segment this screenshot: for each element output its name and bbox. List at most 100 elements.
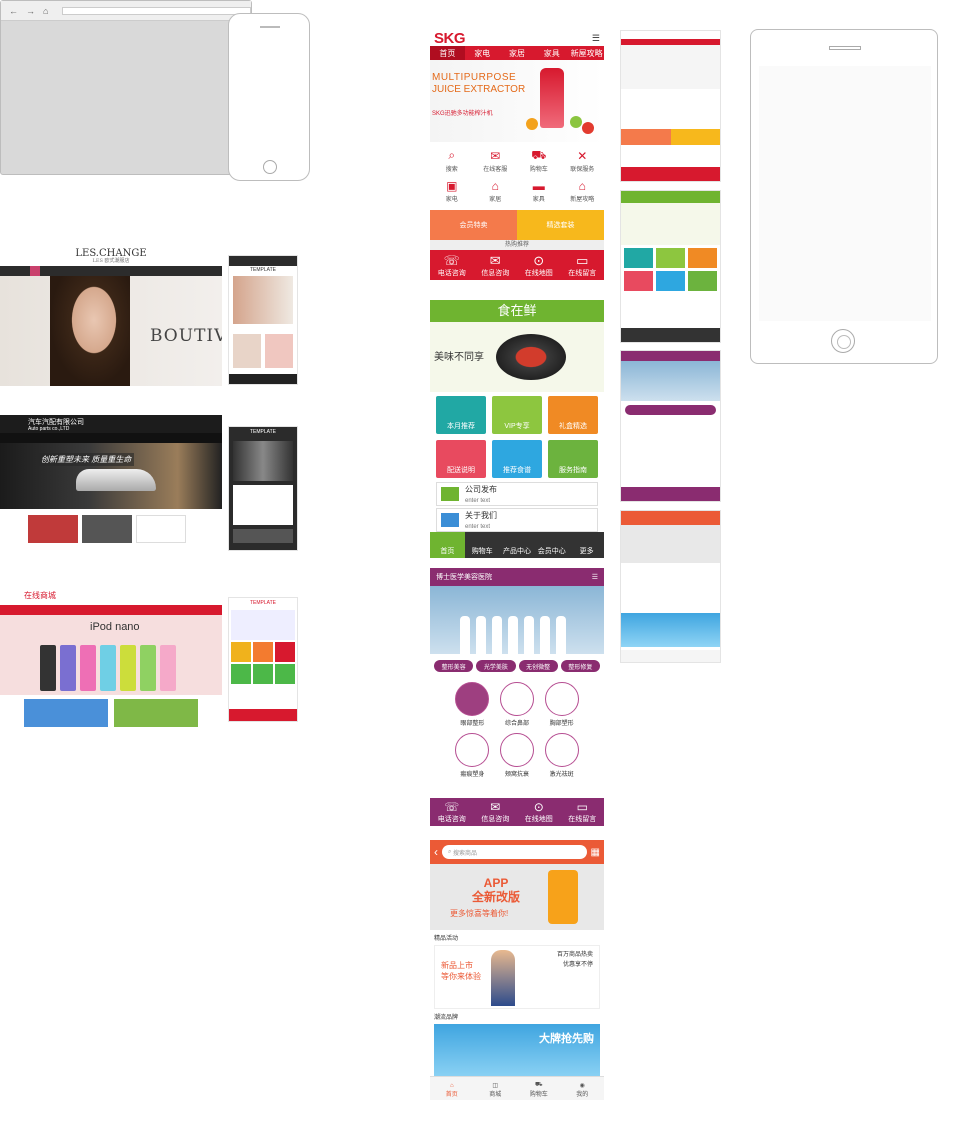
shop-banner[interactable]: APP 全新改版 更多惊喜等着你! <box>430 864 604 930</box>
home-icon[interactable]: ⌂ <box>43 6 48 16</box>
shop-promo[interactable]: 新品上市 等你来体验 百万商品热卖 优惠享不停 <box>434 945 600 1009</box>
car-thumb[interactable] <box>82 515 132 543</box>
clinic-small-preview[interactable] <box>620 350 721 502</box>
house-icon: ⌂ <box>578 178 586 193</box>
footer-phone[interactable]: ☏ 电话咨询 <box>430 798 474 826</box>
tile-recommend[interactable]: 本月推荐 <box>436 396 486 434</box>
section-title: 潮流品牌 <box>434 1015 459 1021</box>
footer-more[interactable]: 更多 <box>569 532 604 558</box>
skg-small-preview[interactable] <box>620 30 721 182</box>
qr-icon[interactable]: ▦ <box>591 847 600 858</box>
nav-item[interactable] <box>44 266 54 276</box>
back-arrow-icon[interactable]: ← <box>9 6 18 16</box>
footer-feedback[interactable]: ▭ 在线留言 <box>561 250 605 280</box>
address-bar[interactable] <box>62 6 251 15</box>
footer-home[interactable]: ⌂ 首页 <box>430 1077 474 1100</box>
eye-icon <box>455 682 490 716</box>
service-item[interactable]: 颊窝抗衰 <box>495 733 540 778</box>
food-mobile-preview[interactable]: 食在鲜 美味不同享 本月推荐 VIP专享 礼盒精选 配送说明 推荐食谱 服务指南… <box>430 300 604 558</box>
food-banner[interactable]: 美味不同享 <box>430 322 604 392</box>
footer-phone[interactable]: ☏ 电话咨询 <box>430 250 474 280</box>
tile-gift[interactable]: 礼盒精选 <box>548 396 598 434</box>
footer-message[interactable]: ✉ 信息咨询 <box>474 250 518 280</box>
menu-icon[interactable]: ☰ <box>592 573 598 581</box>
footer-home[interactable]: 首页 <box>430 532 465 558</box>
menu-item[interactable]: ✕ 联保服务 <box>561 146 605 176</box>
car-subtitle: Auto parts co.,LTD <box>28 425 70 432</box>
footer-cart[interactable]: 购物车 <box>465 532 500 558</box>
promo-member[interactable]: 会员特卖 <box>430 210 517 240</box>
ipod-desktop-preview[interactable]: 在线商城 iPod nano <box>0 585 222 727</box>
menu-item[interactable]: ⌂ 新屋攻略 <box>561 176 605 206</box>
tile-recipe[interactable]: 推荐食谱 <box>492 440 542 478</box>
service-item[interactable]: 眼部整形 <box>450 682 495 727</box>
footer-feedback[interactable]: ▭ 在线留言 <box>561 798 605 826</box>
nav-item[interactable] <box>86 266 96 276</box>
footer-map[interactable]: ⊙ 在线地图 <box>517 798 561 826</box>
menu-item[interactable]: ⛟ 购物车 <box>517 146 561 176</box>
device-icon <box>100 645 116 691</box>
menu-item[interactable]: ✉ 在线客服 <box>474 146 518 176</box>
list-item[interactable]: 公司发布 enter text <box>436 482 598 506</box>
browser-toolbar: ← → ⌂ <box>1 1 251 21</box>
tile-vip[interactable]: VIP专享 <box>492 396 542 434</box>
footer-mall[interactable]: ◫ 商城 <box>474 1077 518 1100</box>
search-icon: ⌕ <box>448 148 456 162</box>
menu-item[interactable]: ▣ 家电 <box>430 176 474 206</box>
skg-banner[interactable]: MULTIPURPOSE JUICE EXTRACTOR SKG迅驰多功能榨汁机 <box>430 60 604 142</box>
tab-cosmetic[interactable]: 整形美容 <box>434 660 474 672</box>
car-mobile-preview[interactable]: TEMPLATE <box>228 426 298 551</box>
footer-map[interactable]: ⊙ 在线地图 <box>517 250 561 280</box>
menu-item[interactable]: ⌕ 搜索 <box>430 146 474 176</box>
skg-mobile-preview[interactable]: SKG ☰ 首页 家电 家居 家具 新屋攻略 MULTIPURPOSE JUIC… <box>430 30 604 290</box>
ipod-mobile-preview[interactable]: TEMPLATE <box>228 597 298 722</box>
user-icon[interactable]: ☰ <box>592 33 600 44</box>
service-item[interactable]: 瘢痕塑身 <box>450 733 495 778</box>
ad-banner[interactable] <box>114 699 198 727</box>
forward-arrow-icon[interactable]: → <box>26 6 35 16</box>
car-desktop-preview[interactable]: 汽车汽配有限公司 Auto parts co.,LTD 创新重塑未来 质量重生命 <box>0 415 222 557</box>
tile-service[interactable]: 服务指南 <box>548 440 598 478</box>
brand-banner[interactable]: 大牌抢先购 <box>434 1024 600 1080</box>
nav-item[interactable]: 新屋攻略 <box>569 46 604 60</box>
phone-frame-icon <box>228 13 310 181</box>
tab-repair[interactable]: 整形修复 <box>560 660 600 672</box>
hero-image <box>233 276 293 324</box>
car-hero: 创新重塑未来 质量重生命 <box>0 443 222 509</box>
clinic-mobile-preview[interactable]: 博士医学美容医院 ☰ 整形美容 光学美肤 无创微整 整形修复 眼部整形 综合鼻部… <box>430 568 604 826</box>
service-item[interactable]: 综合鼻部 <box>495 682 540 727</box>
menu-item[interactable]: ⌂ 家居 <box>474 176 518 206</box>
nav-item[interactable] <box>30 266 40 276</box>
service-item[interactable]: 胸部塑形 <box>539 682 584 727</box>
nose-icon <box>499 682 534 716</box>
search-input[interactable]: ⌕ 搜索商品 <box>442 845 587 859</box>
promo-bundle[interactable]: 精选套装 <box>517 210 604 240</box>
shop-small-preview[interactable] <box>620 510 721 663</box>
les-mobile-preview[interactable]: TEMPLATE <box>228 255 298 385</box>
nav-item[interactable]: 家具 <box>534 46 569 60</box>
les-desktop-preview[interactable]: LES.CHANGE LES 欧式潮服店 BOUTIVU <box>0 244 222 386</box>
nav-item[interactable]: 首页 <box>430 46 465 60</box>
footer-message[interactable]: ✉ 信息咨询 <box>474 798 518 826</box>
tab-skin[interactable]: 光学美肤 <box>476 660 516 672</box>
ad-banner[interactable] <box>24 699 108 727</box>
nav-item[interactable]: 家电 <box>465 46 500 60</box>
nav-item[interactable] <box>72 266 82 276</box>
footer-products[interactable]: 产品中心 <box>500 532 535 558</box>
tab-noninvasive[interactable]: 无创微整 <box>518 660 558 672</box>
menu-item[interactable]: ▬ 家具 <box>517 176 561 206</box>
back-icon[interactable]: ‹ <box>434 845 438 859</box>
footer-member[interactable]: 会员中心 <box>534 532 569 558</box>
shop-mobile-preview[interactable]: ‹ ⌕ 搜索商品 ▦ APP 全新改版 更多惊喜等着你! 精品活动 新品上市 等… <box>430 840 604 1100</box>
food-small-preview[interactable] <box>620 190 721 343</box>
footer-cart[interactable]: ⛟ 购物车 <box>517 1077 561 1100</box>
service-item[interactable]: 激光祛斑 <box>539 733 584 778</box>
tile-delivery[interactable]: 配送说明 <box>436 440 486 478</box>
car-thumb[interactable] <box>28 515 78 543</box>
footer-me[interactable]: ◉ 我的 <box>561 1077 605 1100</box>
nav-item[interactable]: 家居 <box>500 46 535 60</box>
brand-title: 大牌抢先购 <box>539 1033 594 1045</box>
nav-item[interactable] <box>58 266 68 276</box>
face-icon <box>499 733 534 767</box>
list-item[interactable]: 关于我们 enter text <box>436 508 598 532</box>
